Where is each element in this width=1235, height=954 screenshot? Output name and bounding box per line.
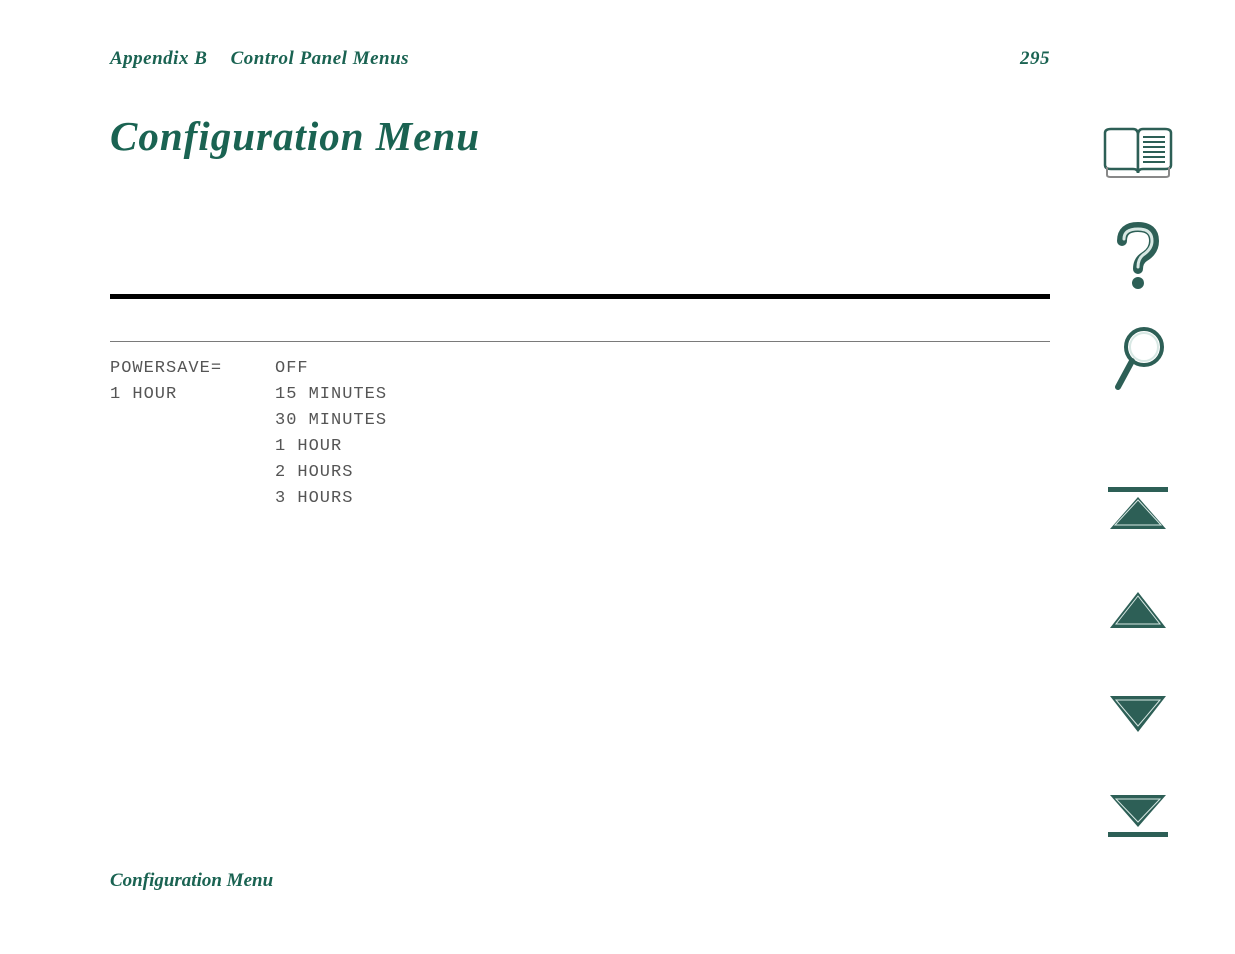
triangle-down-icon bbox=[1106, 692, 1170, 736]
book-icon bbox=[1101, 125, 1175, 181]
menu-current-value: 1 HOUR bbox=[110, 382, 275, 408]
menu-option: 15 MINUTES bbox=[275, 382, 1050, 408]
menu-options-column: OFF 15 MINUTES 30 MINUTES 1 HOUR 2 HOURS… bbox=[275, 356, 1050, 512]
first-page-button[interactable] bbox=[1106, 485, 1170, 533]
page-footer: Configuration Menu bbox=[110, 870, 273, 892]
page-header: Appendix B Control Panel Menus 295 bbox=[110, 48, 1050, 70]
navigation-sidebar bbox=[1100, 125, 1175, 839]
chapter-label: Control Panel Menus bbox=[231, 48, 409, 69]
appendix-label: Appendix B bbox=[110, 48, 207, 69]
triangle-up-icon bbox=[1106, 588, 1170, 632]
menu-option: 3 HOURS bbox=[275, 486, 1050, 512]
divider-thick bbox=[110, 294, 1050, 299]
menu-option: 1 HOUR bbox=[275, 434, 1050, 460]
divider-thin bbox=[110, 341, 1050, 342]
menu-option: 30 MINUTES bbox=[275, 408, 1050, 434]
next-page-button[interactable] bbox=[1106, 692, 1170, 736]
help-button[interactable] bbox=[1110, 221, 1166, 293]
page-title: Configuration Menu bbox=[110, 112, 1050, 160]
contents-button[interactable] bbox=[1101, 125, 1175, 181]
last-page-button[interactable] bbox=[1106, 791, 1170, 839]
menu-setting-column: POWERSAVE= 1 HOUR bbox=[110, 356, 275, 512]
menu-option: 2 HOURS bbox=[275, 460, 1050, 486]
go-to-bottom-icon bbox=[1106, 791, 1170, 839]
page-content: Appendix B Control Panel Menus 295 Confi… bbox=[110, 48, 1050, 512]
magnifier-icon bbox=[1110, 323, 1166, 395]
menu-option: OFF bbox=[275, 356, 1050, 382]
menu-options-table: POWERSAVE= 1 HOUR OFF 15 MINUTES 30 MINU… bbox=[110, 356, 1050, 512]
menu-setting-name: POWERSAVE= bbox=[110, 356, 275, 382]
previous-page-button[interactable] bbox=[1106, 588, 1170, 632]
page-number: 295 bbox=[1020, 48, 1050, 70]
go-to-top-icon bbox=[1106, 485, 1170, 533]
question-mark-icon bbox=[1110, 221, 1166, 293]
search-button[interactable] bbox=[1110, 323, 1166, 395]
